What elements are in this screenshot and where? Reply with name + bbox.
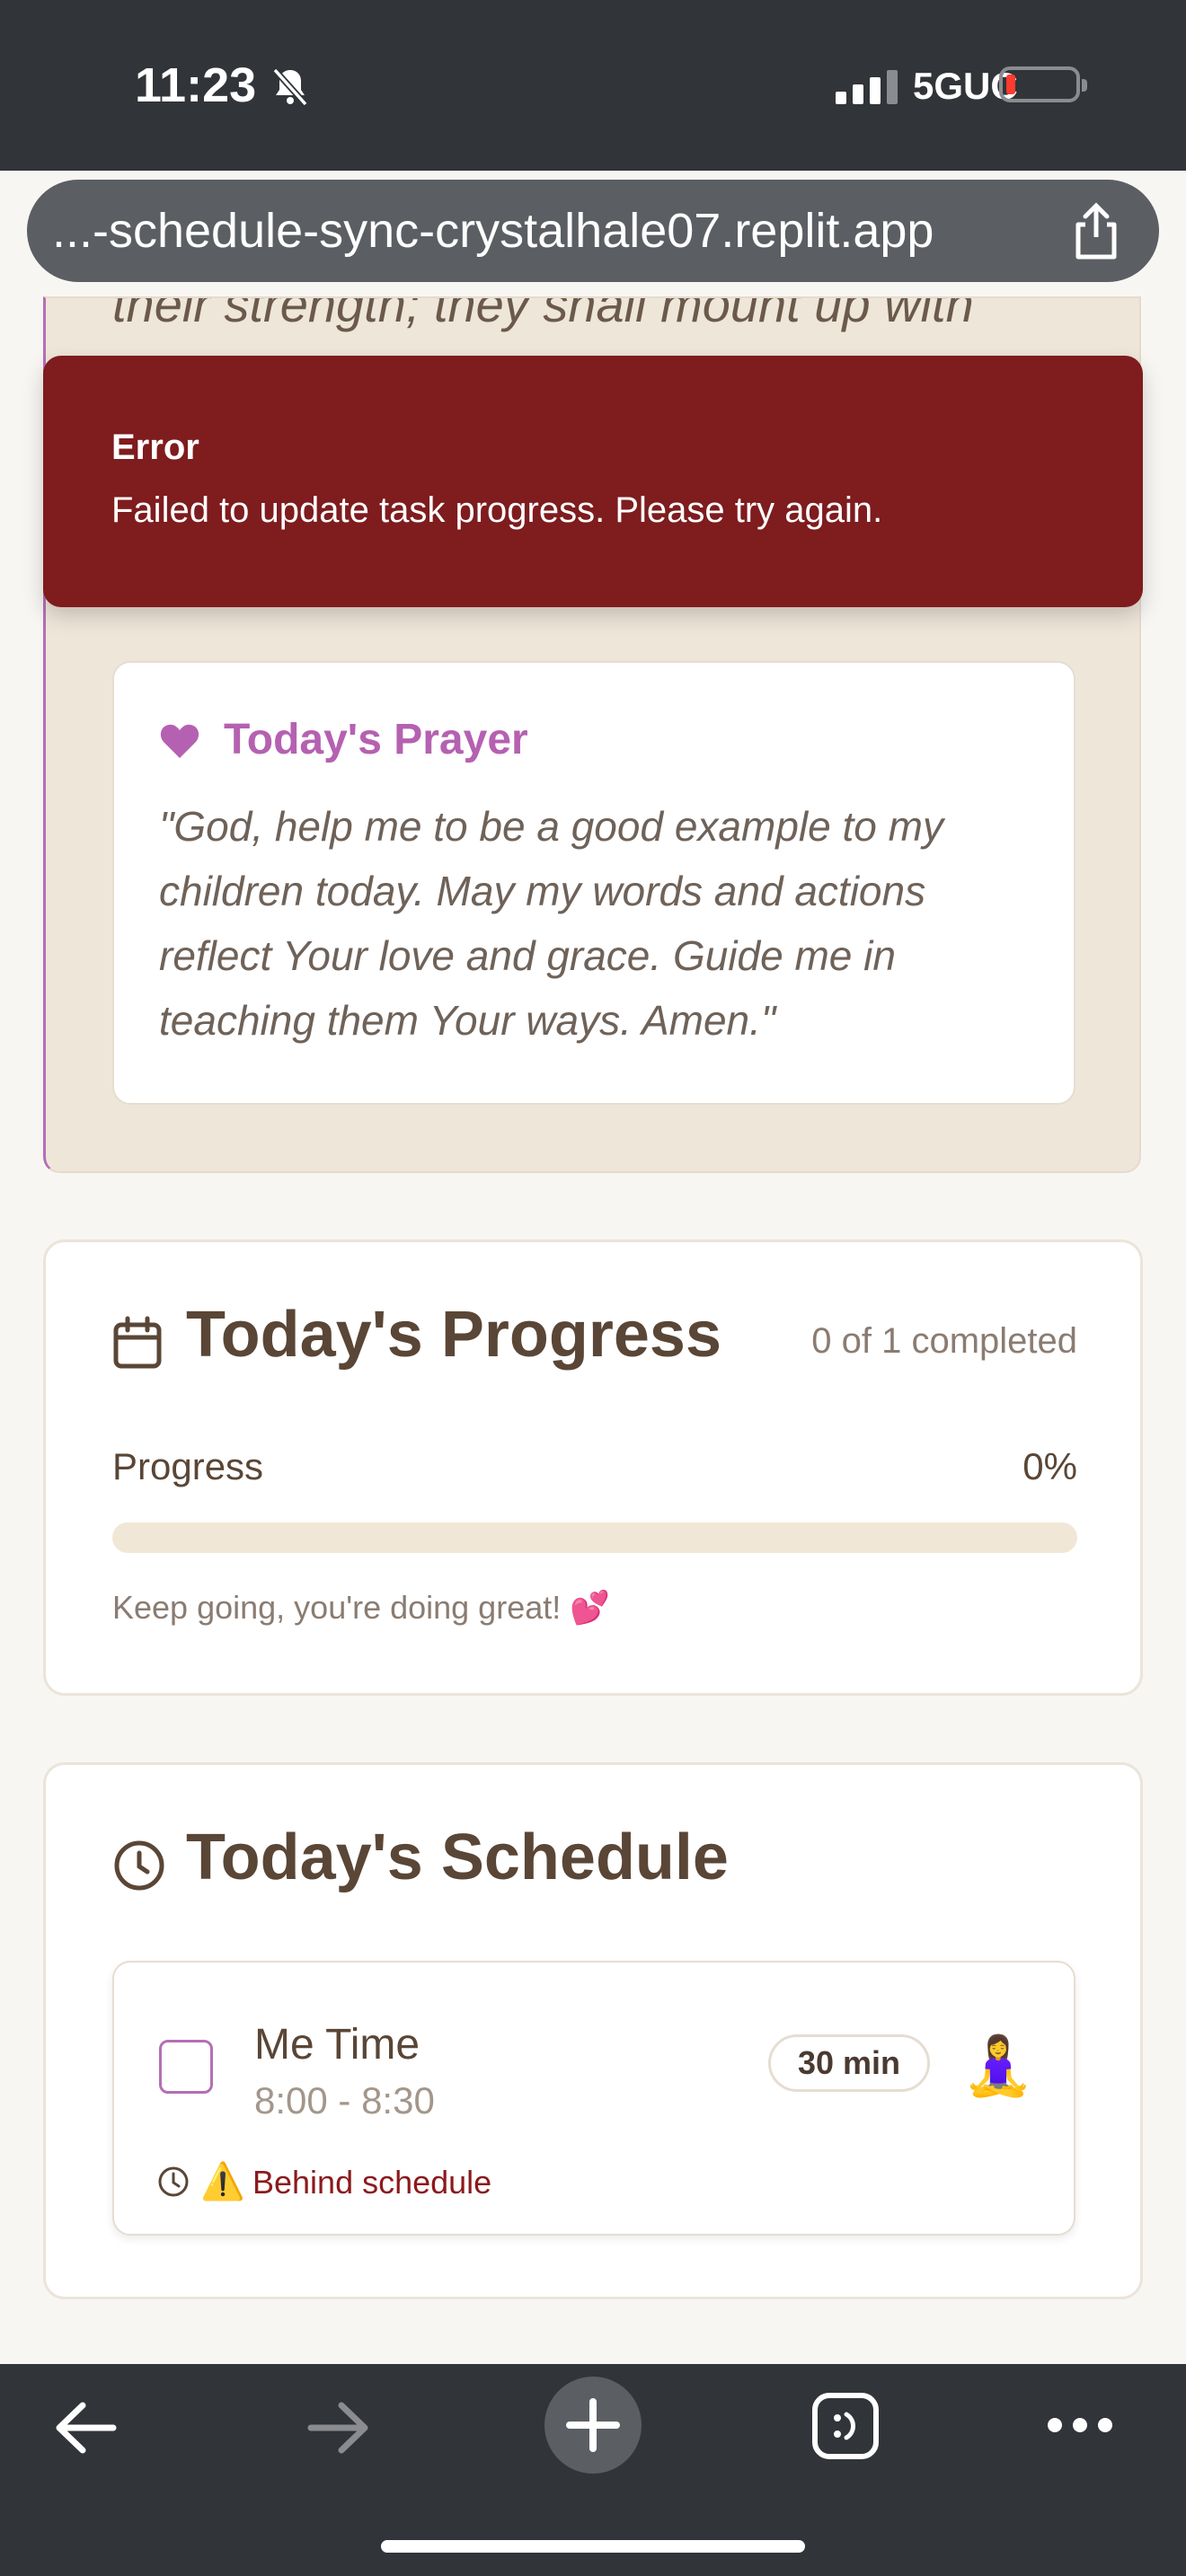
task-item[interactable]: Me Time 8:00 - 8:30 30 min 🧘‍♀️ ⚠️ Behin… bbox=[112, 1961, 1075, 2236]
forward-arrow-icon[interactable] bbox=[305, 2396, 372, 2459]
calendar-icon bbox=[113, 1316, 162, 1369]
prayer-text: "God, help me to be a good example to my… bbox=[159, 803, 943, 1044]
status-clock-icon bbox=[158, 2166, 189, 2197]
new-tab-plus-icon[interactable] bbox=[543, 2375, 643, 2475]
home-indicator bbox=[381, 2540, 805, 2553]
warning-icon: ⚠️ bbox=[200, 2162, 245, 2201]
status-bar: 11:23 5GUC ...-schedule-sync-crystalhale… bbox=[0, 0, 1186, 282]
bell-off-icon bbox=[272, 67, 308, 107]
task-checkbox[interactable] bbox=[159, 2040, 213, 2094]
task-name: Me Time bbox=[254, 2021, 420, 2069]
schedule-card: Today's Schedule Me Time 8:00 - 8:30 30 … bbox=[43, 1762, 1143, 2299]
meditation-emoji-icon: 🧘‍♀️ bbox=[962, 2033, 1034, 2098]
task-status: Behind schedule bbox=[252, 2164, 492, 2201]
completed-count: 0 of 1 completed bbox=[811, 1321, 1077, 1361]
tabs-icon[interactable] bbox=[810, 2391, 881, 2461]
more-options-icon[interactable] bbox=[1044, 2414, 1116, 2436]
progress-card: Today's Progress 0 of 1 completed Progre… bbox=[43, 1239, 1143, 1696]
prayer-card: Today's Prayer "God, help me to be a goo… bbox=[112, 661, 1075, 1105]
progress-bar bbox=[112, 1522, 1077, 1553]
encouragement-text: Keep going, you're doing great! 💕 bbox=[112, 1589, 611, 1626]
task-time: 8:00 - 8:30 bbox=[254, 2079, 435, 2122]
signal-icon bbox=[836, 70, 898, 104]
error-toast[interactable]: Error Failed to update task progress. Pl… bbox=[43, 356, 1143, 607]
toast-message: Failed to update task progress. Please t… bbox=[111, 490, 883, 530]
prayer-title: Today's Prayer bbox=[224, 716, 528, 763]
clock-icon bbox=[114, 1840, 164, 1891]
battery-icon bbox=[999, 66, 1087, 102]
schedule-title: Today's Schedule bbox=[186, 1822, 729, 1893]
status-time: 11:23 bbox=[135, 58, 257, 112]
heart-icon bbox=[160, 724, 199, 758]
progress-label: Progress bbox=[112, 1445, 264, 1487]
back-arrow-icon[interactable] bbox=[52, 2396, 119, 2459]
progress-title: Today's Progress bbox=[186, 1299, 722, 1371]
share-icon[interactable] bbox=[1067, 201, 1125, 262]
duration-badge: 30 min bbox=[768, 2034, 930, 2092]
url-bar[interactable]: ...-schedule-sync-crystalhale07.replit.a… bbox=[27, 180, 1159, 282]
toast-title: Error bbox=[111, 428, 199, 467]
verse-text: their strength; they shall mount up with bbox=[112, 296, 974, 332]
progress-percent: 0% bbox=[1022, 1445, 1077, 1487]
url-text: ...-schedule-sync-crystalhale07.replit.a… bbox=[52, 204, 934, 258]
